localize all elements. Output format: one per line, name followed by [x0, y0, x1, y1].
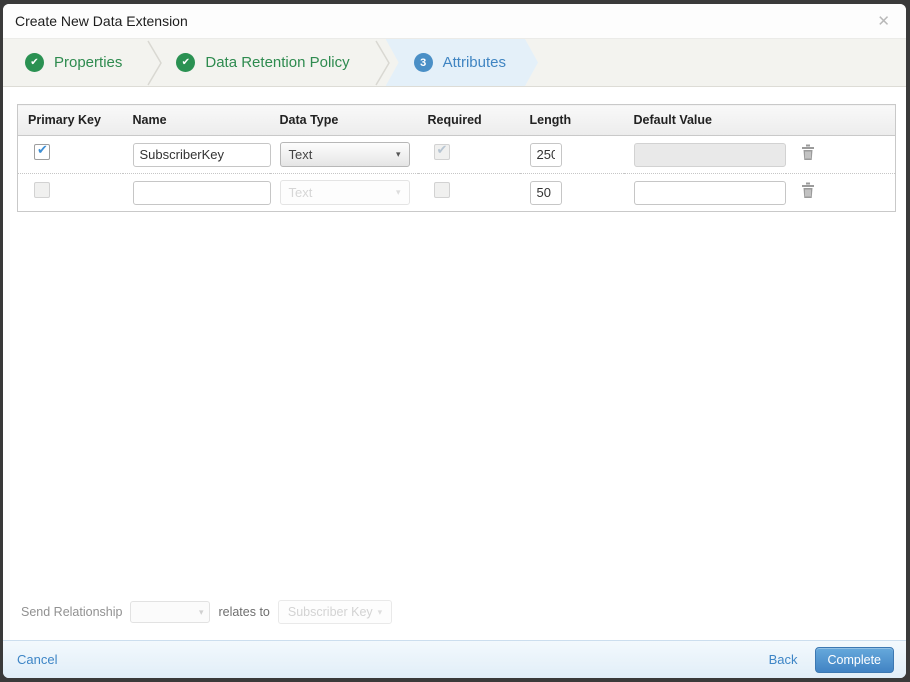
modal-footer: Cancel Back Complete: [3, 640, 906, 678]
data-type-select[interactable]: Text: [279, 142, 410, 167]
chevron-down-icon: [396, 149, 401, 160]
wizard-steps: Properties Data Retention Policy 3 Attri…: [3, 39, 906, 87]
attribute-row-2: Text: [18, 174, 896, 212]
data-type-value: Text: [288, 185, 313, 200]
default-value-input[interactable]: [633, 180, 786, 205]
subscriber-key-dropdown: Subscriber Key: [277, 600, 393, 624]
default-value-input: [633, 142, 786, 167]
cancel-link[interactable]: Cancel: [17, 652, 57, 667]
modal-title: Create New Data Extension: [15, 13, 188, 29]
header-primary-key: Primary Key: [17, 104, 123, 136]
send-relationship-row: Send Relationship relates to Subscriber …: [17, 600, 896, 640]
step-number-badge: 3: [414, 53, 433, 72]
chevron-down-icon: [199, 607, 204, 618]
data-type-value: Text: [288, 147, 313, 162]
delete-row-button[interactable]: [800, 143, 816, 166]
step-data-retention-policy[interactable]: Data Retention Policy: [164, 39, 373, 86]
relates-to-label: relates to: [218, 605, 270, 619]
attribute-row-1: Text: [17, 135, 896, 174]
table-header-row: Primary Key Name Data Type Required Leng…: [17, 104, 896, 136]
header-default-value: Default Value: [623, 104, 786, 136]
primary-key-checkbox[interactable]: [34, 182, 50, 198]
send-relationship-select: [130, 601, 211, 623]
chevron-down-icon: [396, 187, 401, 198]
step-label: Properties: [54, 54, 123, 71]
step-attributes[interactable]: 3 Attributes: [386, 39, 538, 86]
name-input[interactable]: [132, 180, 271, 205]
length-input[interactable]: [529, 180, 562, 205]
delete-row-button[interactable]: [800, 181, 816, 204]
header-actions: [785, 104, 896, 136]
send-relationship-label: Send Relationship: [21, 605, 123, 619]
name-input[interactable]: [132, 142, 271, 167]
check-circle-icon: [25, 53, 44, 72]
back-link[interactable]: Back: [769, 652, 798, 667]
complete-button[interactable]: Complete: [814, 646, 894, 673]
trash-icon: [801, 144, 814, 160]
close-icon[interactable]: [873, 12, 894, 31]
primary-key-checkbox[interactable]: [34, 142, 50, 160]
subscriber-key-label: Subscriber Key: [287, 605, 373, 619]
header-length: Length: [519, 104, 624, 136]
step-label: Data Retention Policy: [205, 54, 350, 71]
step-label: Attributes: [442, 54, 506, 71]
step-properties[interactable]: Properties: [3, 39, 146, 86]
data-type-select: Text: [279, 180, 410, 205]
length-input[interactable]: [529, 142, 562, 167]
chevron-down-icon: [378, 607, 383, 618]
trash-icon: [801, 182, 814, 198]
check-circle-icon: [176, 53, 196, 72]
step-separator-icon: [374, 39, 392, 86]
attributes-table: Primary Key Name Data Type Required Leng…: [17, 104, 896, 212]
header-data-type: Data Type: [269, 104, 418, 136]
modal-titlebar: Create New Data Extension: [3, 4, 906, 39]
step-separator-icon: [146, 39, 164, 86]
create-data-extension-modal: Create New Data Extension Properties Dat…: [3, 4, 906, 678]
required-checkbox: [433, 142, 450, 160]
required-checkbox[interactable]: [433, 182, 450, 198]
modal-content: Primary Key Name Data Type Required Leng…: [3, 87, 906, 640]
header-name: Name: [122, 104, 270, 136]
header-required: Required: [417, 104, 520, 136]
